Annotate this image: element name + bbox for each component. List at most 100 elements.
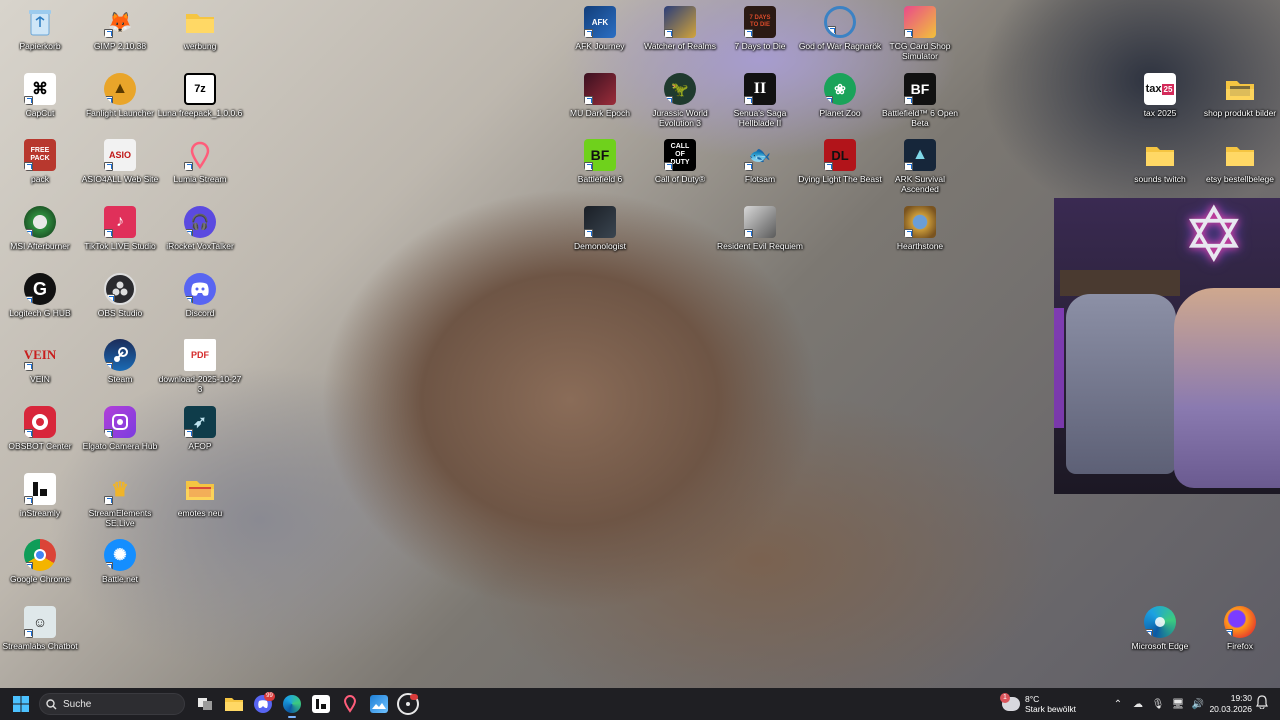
desktop-icon-hellblade[interactable]: II Senua's Saga Hellblade II: [720, 67, 800, 133]
desktop-icon-hearthstone[interactable]: Hearthstone: [880, 200, 960, 266]
search-icon: [46, 698, 57, 709]
desktop-icon-7-days-to-die[interactable]: 7 DAYS TO DIE 7 Days to Die: [720, 0, 800, 66]
lumia-stream-icon: [341, 695, 359, 713]
taskbar-file-explorer[interactable]: [220, 690, 248, 718]
desktop-icon-call-of-duty[interactable]: CALL OF DUTY Call of Duty®: [640, 133, 720, 199]
desktop-icon-resident-evil[interactable]: Resident Evil Requiem: [717, 200, 803, 266]
desktop-icon-fanlight[interactable]: ▲ Fanlight Launcher: [80, 67, 160, 133]
desktop-icon-lumia[interactable]: Lumia Stream: [160, 133, 240, 199]
firefox-icon: [1224, 606, 1256, 638]
taskbar-lumia-stream[interactable]: [336, 690, 364, 718]
desktop-icon-elgato[interactable]: Elgato Camera Hub: [80, 400, 160, 466]
desktop-icon-tiktok[interactable]: ♪ TikTok LIVE Studio: [80, 200, 160, 266]
desktop-icon-label: ASIO4ALL Web Site: [81, 174, 159, 184]
desktop-icon-label: emotes neu: [177, 508, 223, 518]
logitech-ghub-icon: G: [24, 273, 56, 305]
desktop-icon-streamelements[interactable]: ♛ StreamElements SE.Live: [80, 467, 160, 533]
desktop-icon-logitech[interactable]: G Logitech G HUB: [0, 267, 80, 333]
desktop-icon-sounds-twitch[interactable]: sounds twitch: [1120, 133, 1200, 199]
microphone-icon[interactable]: 🎙: [1148, 694, 1168, 714]
taskbar-task-view[interactable]: [191, 690, 219, 718]
desktop-icon-label: Luna freepack_1.0.0.6: [157, 108, 243, 118]
desktop-icon-watcher-of-realms[interactable]: Watcher of Realms: [640, 0, 720, 66]
free-pack-icon: FREE PACK: [24, 139, 56, 171]
desktop-icon-label: Google Chrome: [9, 574, 70, 584]
desktop-icon-firefox[interactable]: Firefox: [1200, 600, 1280, 666]
desktop-icon-afop[interactable]: ➶ AFOP: [160, 400, 240, 466]
file-explorer-icon: [225, 695, 243, 713]
desktop-icon-label: Hearthstone: [896, 241, 944, 251]
planet-zoo-icon: ❀: [824, 73, 856, 105]
desktop-icon-dying-light[interactable]: DL Dying Light The Beast: [798, 133, 882, 199]
search-input[interactable]: Suche: [39, 693, 185, 715]
taskbar-edge[interactable]: [278, 690, 306, 718]
jurassic-world-icon: 🦖: [664, 73, 696, 105]
start-button[interactable]: [7, 690, 35, 718]
desktop-icon-streamlabs-chatbot[interactable]: ☺ Streamlabs Chatbot: [0, 600, 80, 666]
cloud-sync-icon[interactable]: ☁: [1128, 694, 1148, 714]
taskbar-obsbot[interactable]: [394, 690, 422, 718]
desktop-icon-tcg-card-shop[interactable]: TCG Card Shop Simulator: [880, 0, 960, 66]
desktop-icon-flotsam[interactable]: 🐟 Flotsam: [720, 133, 800, 199]
desktop-icon-capcut[interactable]: ⌘ CapCut: [0, 67, 80, 133]
dying-light-icon: DL: [824, 139, 856, 171]
gimp-icon: 🦊: [104, 6, 136, 38]
battlefield-6-icon: BF: [584, 139, 616, 171]
desktop-icon-discord[interactable]: Discord: [160, 267, 240, 333]
desktop-icon-obsbot[interactable]: OBSBOT Center: [0, 400, 80, 466]
desktop-icon-vein[interactable]: VEIN VEIN: [0, 333, 80, 399]
desktop-icon-shop-produkt-bilder[interactable]: shop produkt bilder: [1200, 67, 1280, 133]
network-icon[interactable]: 🖥: [1168, 694, 1188, 714]
volume-icon[interactable]: 🔊: [1188, 694, 1208, 714]
desktop-icon-steam[interactable]: Steam: [80, 333, 160, 399]
taskbar-instreamly[interactable]: [307, 690, 335, 718]
taskbar-discord[interactable]: 99: [249, 690, 277, 718]
desktop-icon-download-pdf[interactable]: PDF download-2025-10-27 3: [159, 333, 241, 399]
desktop-icon-instreamly[interactable]: inStreamly: [0, 467, 80, 533]
desktop-icon-battlefield-beta[interactable]: BF Battlefield™ 6 Open Beta: [880, 67, 960, 133]
desktop-icon-gimp[interactable]: 🦊 GIMP 2.10.38: [80, 0, 160, 66]
desktop-icon-werbung[interactable]: werbung: [160, 0, 240, 66]
desktop-icon-label: AFK Journey: [575, 41, 625, 51]
ark-icon: ▲: [904, 139, 936, 171]
streamlabs-chatbot-icon: ☺: [24, 606, 56, 638]
desktop-icon-demonologist[interactable]: Demonologist: [560, 200, 640, 266]
obsbot-alert-dot: [410, 694, 418, 700]
desktop-icon-papierkorb[interactable]: Papierkorb: [0, 0, 80, 66]
edge-icon: [283, 695, 301, 713]
desktop-icon-obs[interactable]: OBS Studio: [80, 267, 160, 333]
chevron-up-icon[interactable]: ⌃: [1108, 694, 1128, 714]
7zip-archive-icon: 7z: [184, 73, 216, 105]
desktop-icon-msi-afterburner[interactable]: MSI Afterburner: [0, 200, 80, 266]
call-of-duty-icon: CALL OF DUTY: [664, 139, 696, 171]
desktop-icon-emotes[interactable]: emotes neu: [160, 467, 240, 533]
desktop-icon-tax-2025[interactable]: tax 25 tax 2025: [1120, 67, 1200, 133]
battlenet-icon: ✺: [104, 539, 136, 571]
desktop-icon-mu-dark-epoch[interactable]: MU Dark Epoch: [560, 67, 640, 133]
notification-bell-icon[interactable]: [1256, 695, 1268, 714]
desktop-icon-pack[interactable]: FREE PACK pack: [0, 133, 80, 199]
elgato-camera-hub-icon: [104, 406, 136, 438]
desktop-icon-afk-journey[interactable]: AFK AFK Journey: [560, 0, 640, 66]
desktop-icon-chrome[interactable]: Google Chrome: [0, 533, 80, 599]
desktop[interactable]: Papierkorb ⌘ CapCut FREE PACK pack MSI Af…: [0, 0, 1280, 688]
clock[interactable]: 19:30 20.03.2026: [1208, 693, 1252, 715]
desktop-icon-jurassic-world[interactable]: 🦖 Jurassic World Evolution 3: [640, 67, 720, 133]
desktop-icon-ark[interactable]: ▲ ARK Survival Ascended: [880, 133, 960, 199]
desktop-icon-etsy-bestellbelege[interactable]: etsy bestellbelege: [1200, 133, 1280, 199]
desktop-icon-asio[interactable]: ASIO ASIO4ALL Web Site: [80, 133, 160, 199]
resident-evil-icon: [744, 206, 776, 238]
flotsam-icon: 🐟: [744, 139, 776, 171]
weather-widget[interactable]: 1 8°C Stark bewölkt: [1000, 688, 1076, 720]
desktop-icon-god-of-war[interactable]: God of War Ragnarök: [799, 0, 881, 66]
instreamly-icon: [24, 473, 56, 505]
desktop-icon-luna[interactable]: 7z Luna freepack_1.0.0.6: [157, 67, 243, 133]
desktop-icon-battlefield-6[interactable]: BF Battlefield 6: [560, 133, 640, 199]
desktop-icon-edge[interactable]: Microsoft Edge: [1120, 600, 1200, 666]
chrome-icon: [24, 539, 56, 571]
desktop-icon-battlenet[interactable]: ✺ Battle.net: [80, 533, 160, 599]
watcher-of-realms-icon: [664, 6, 696, 38]
desktop-icon-voxtalker[interactable]: 🎧 iRocket VoxTalker: [160, 200, 240, 266]
taskbar-photos[interactable]: [365, 690, 393, 718]
desktop-icon-planet-zoo[interactable]: ❀ Planet Zoo: [800, 67, 880, 133]
